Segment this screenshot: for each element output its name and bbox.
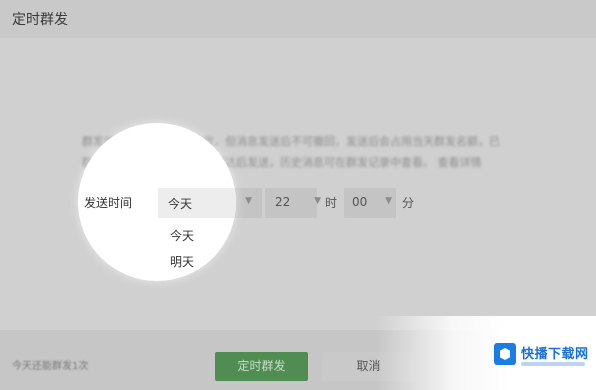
chevron-down-icon: ▼	[314, 196, 321, 206]
chevron-down-icon: ▼	[385, 196, 392, 206]
watermark-underline	[521, 362, 585, 366]
schedule-send-button[interactable]: 定时群发	[215, 352, 308, 381]
remaining-quota-note: 今天还能群发1次	[12, 361, 89, 372]
day-dropdown-menu: 今天 明天	[158, 223, 236, 275]
dropdown-option-today[interactable]: 今天	[158, 223, 236, 249]
dialog-header: 定时群发	[0, 0, 596, 38]
learn-more-link[interactable]: 查看详情	[438, 156, 482, 169]
hour-value: 22	[275, 195, 291, 209]
minute-value: 00	[352, 195, 368, 209]
chevron-down-icon: ▼	[245, 196, 252, 206]
send-time-label-magnified: 发送时间	[84, 196, 133, 210]
day-select-value: 今天	[168, 197, 193, 211]
minute-unit-label: 分	[402, 196, 415, 210]
watermark-logo-icon	[494, 343, 516, 365]
day-select-magnified[interactable]: 今天	[158, 188, 236, 218]
watermark-text: 快播下载网	[521, 347, 589, 362]
dropdown-option-tomorrow[interactable]: 明天	[158, 249, 236, 275]
minute-select[interactable]: 00 ▼	[344, 188, 396, 218]
hour-select[interactable]: 22 ▼	[265, 188, 321, 218]
magnifier-spotlight: 发送时间 今天 今天 明天	[78, 123, 236, 281]
hour-unit-label: 时	[325, 196, 338, 210]
dialog-title: 定时群发	[12, 12, 68, 28]
